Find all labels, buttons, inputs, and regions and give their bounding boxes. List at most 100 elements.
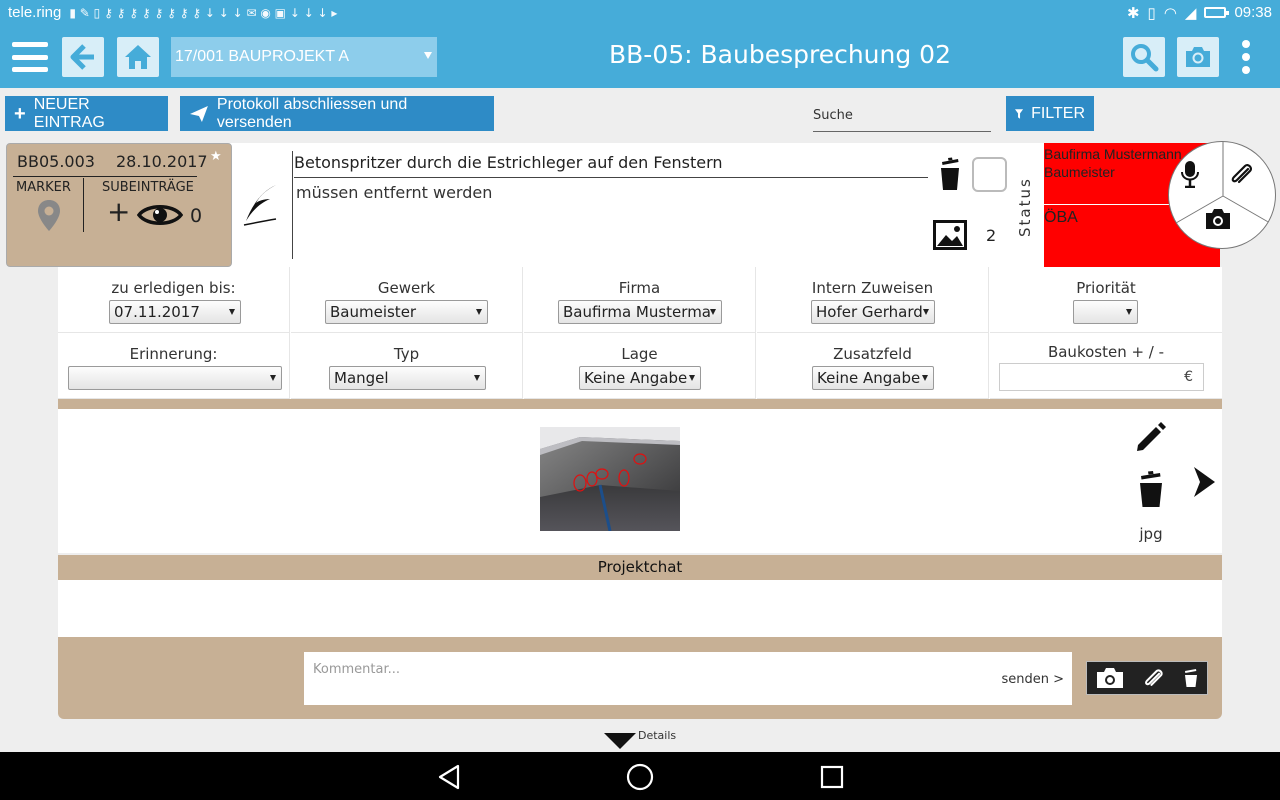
chat-camera-button[interactable] — [1096, 667, 1124, 689]
divider — [13, 176, 197, 177]
location-select[interactable]: Keine Angabe — [579, 366, 701, 390]
trade-label: Gewerk — [377, 279, 436, 297]
reminder-label: Erinnerung: — [129, 345, 218, 363]
recent-apps-icon[interactable] — [817, 762, 847, 792]
add-subentry-icon[interactable]: + — [107, 198, 130, 226]
assigned-oba: ÖBA — [1044, 209, 1078, 226]
chat-header: Projektchat — [58, 555, 1222, 580]
home-circle-icon[interactable] — [625, 762, 655, 792]
comment-placeholder: Kommentar... — [313, 662, 401, 677]
more-options-icon[interactable] — [1238, 40, 1254, 74]
internal-assign-label: Intern Zuweisen — [811, 279, 934, 297]
internal-assign-cell: Intern Zuweisen Hofer Gerhard — [757, 267, 989, 333]
carrier-name: tele.ring — [8, 4, 62, 21]
chevron-right-icon[interactable] — [1192, 466, 1216, 498]
entry-meta: BB05.003 28.10.2017 ★ MARKER SUBEINTRÄGE… — [6, 143, 232, 267]
reminder-select[interactable] — [68, 366, 282, 390]
trash-icon — [1185, 669, 1197, 687]
extra-field-label: Zusatzfeld — [833, 345, 912, 363]
subentries-count: 0 — [190, 205, 203, 227]
extra-field-select[interactable]: Keine Angabe — [812, 366, 934, 390]
arrow-left-icon — [70, 44, 94, 70]
map-marker-icon[interactable] — [37, 199, 61, 232]
new-entry-button[interactable]: + NEUER EINTRAG — [5, 96, 168, 131]
system-navigation-bar — [0, 752, 1280, 800]
company-select[interactable]: Baufirma Musterma — [558, 300, 722, 324]
microphone-icon — [1181, 161, 1199, 188]
extra-field-value: Keine Angabe — [817, 369, 921, 387]
microphone-button[interactable] — [1181, 160, 1217, 196]
signal-icon: ◢ — [1184, 4, 1197, 22]
section-divider — [58, 399, 1222, 409]
search-input[interactable] — [813, 100, 991, 132]
done-checkbox[interactable] — [972, 157, 1007, 192]
marker-label: MARKER — [16, 180, 71, 195]
menu-icon[interactable] — [12, 42, 48, 72]
home-icon — [125, 45, 151, 69]
project-select-value: 17/001 BAUPROJEKT A — [175, 48, 350, 65]
entry-card: BB05.003 28.10.2017 ★ MARKER SUBEINTRÄGE… — [6, 143, 1220, 267]
back-triangle-icon[interactable] — [434, 762, 464, 792]
extra-field-cell: Zusatzfeld Keine Angabe — [757, 333, 989, 399]
type-label: Typ — [393, 345, 420, 363]
home-button[interactable] — [117, 37, 159, 77]
chevron-down-icon — [424, 52, 432, 59]
trade-select[interactable]: Baumeister — [325, 300, 488, 324]
photo-thumbnail[interactable] — [540, 427, 680, 531]
chat-delete-button[interactable] — [1184, 668, 1198, 688]
new-entry-label: NEUER EINTRAG — [33, 95, 105, 131]
page-title: BB-05: Baubesprechung 02 — [609, 40, 951, 69]
file-type-label: jpg — [1139, 525, 1163, 543]
location-label: Lage — [621, 345, 658, 363]
image-count: 2 — [986, 226, 997, 245]
photo-button[interactable] — [1205, 208, 1241, 244]
trash-icon[interactable] — [1138, 470, 1164, 508]
paperclip-icon — [1145, 669, 1163, 686]
priority-cell: Priorität — [990, 267, 1222, 333]
due-date-select[interactable]: 07.11.2017 — [109, 300, 241, 324]
chevron-down-icon — [710, 309, 716, 315]
back-button[interactable] — [62, 37, 104, 77]
chat-attach-button[interactable] — [1142, 666, 1166, 690]
image-icon[interactable] — [932, 219, 968, 251]
search-button[interactable] — [1123, 37, 1165, 77]
internal-assign-value: Hofer Gerhard — [816, 303, 923, 321]
chevron-down-icon — [476, 309, 482, 315]
close-protocol-button[interactable]: Protokoll abschliessen und versenden — [180, 96, 494, 131]
chevron-down-icon — [689, 375, 695, 381]
due-date-cell: zu erledigen bis: 07.11.2017 — [58, 267, 290, 333]
camera-icon — [1097, 668, 1123, 688]
chevron-down-icon — [270, 375, 276, 381]
system-status-bar: tele.ring ▮ ✎ ▯ ⚷ ⚷ ⚷ ⚷ ⚷ ⚷ ⚷ ⚷ ↓ ↓ ↓ ✉ … — [0, 0, 1280, 25]
chat-tools — [1086, 661, 1208, 695]
star-icon[interactable]: ★ — [210, 149, 222, 164]
costs-label: Baukosten + / - — [1047, 343, 1165, 361]
send-comment-button[interactable]: senden > — [1001, 672, 1064, 687]
priority-select[interactable] — [1073, 300, 1138, 324]
internal-assign-select[interactable]: Hofer Gerhard — [811, 300, 935, 324]
chevron-down-icon — [1126, 309, 1132, 315]
filter-button[interactable]: FILTER — [1006, 96, 1094, 131]
reminder-cell: Erinnerung: — [58, 333, 290, 399]
filter-icon — [1015, 108, 1024, 119]
entry-description[interactable]: müssen entfernt werden — [296, 183, 492, 202]
project-select[interactable]: 17/001 BAUPROJEKT A — [171, 37, 437, 77]
entry-title[interactable]: Betonspritzer durch die Estrichleger auf… — [294, 153, 928, 178]
type-select[interactable]: Mangel — [329, 366, 486, 390]
quill-icon[interactable] — [240, 183, 280, 227]
eye-icon[interactable] — [137, 202, 183, 228]
triangle-down-icon[interactable] — [604, 733, 636, 749]
trash-icon[interactable] — [938, 157, 962, 191]
attach-button[interactable] — [1229, 160, 1265, 196]
costs-input[interactable]: € — [999, 363, 1204, 391]
notification-icons: ▮ ✎ ▯ ⚷ ⚷ ⚷ ⚷ ⚷ ⚷ ⚷ ⚷ ↓ ↓ ↓ ✉ ◉ ▣ ↓ ↓ ↓ … — [69, 5, 338, 20]
details-toggle[interactable]: Details — [604, 729, 684, 751]
chat-messages — [58, 580, 1222, 637]
pencil-icon[interactable] — [1134, 420, 1168, 454]
radial-action-menu — [1168, 141, 1276, 249]
assigned-company: Baufirma Mustermann Baumeister — [1044, 146, 1182, 180]
comment-input[interactable]: Kommentar... senden > — [304, 652, 1072, 705]
camera-button[interactable] — [1177, 37, 1219, 77]
battery-icon — [1204, 7, 1230, 18]
chevron-down-icon — [923, 309, 929, 315]
